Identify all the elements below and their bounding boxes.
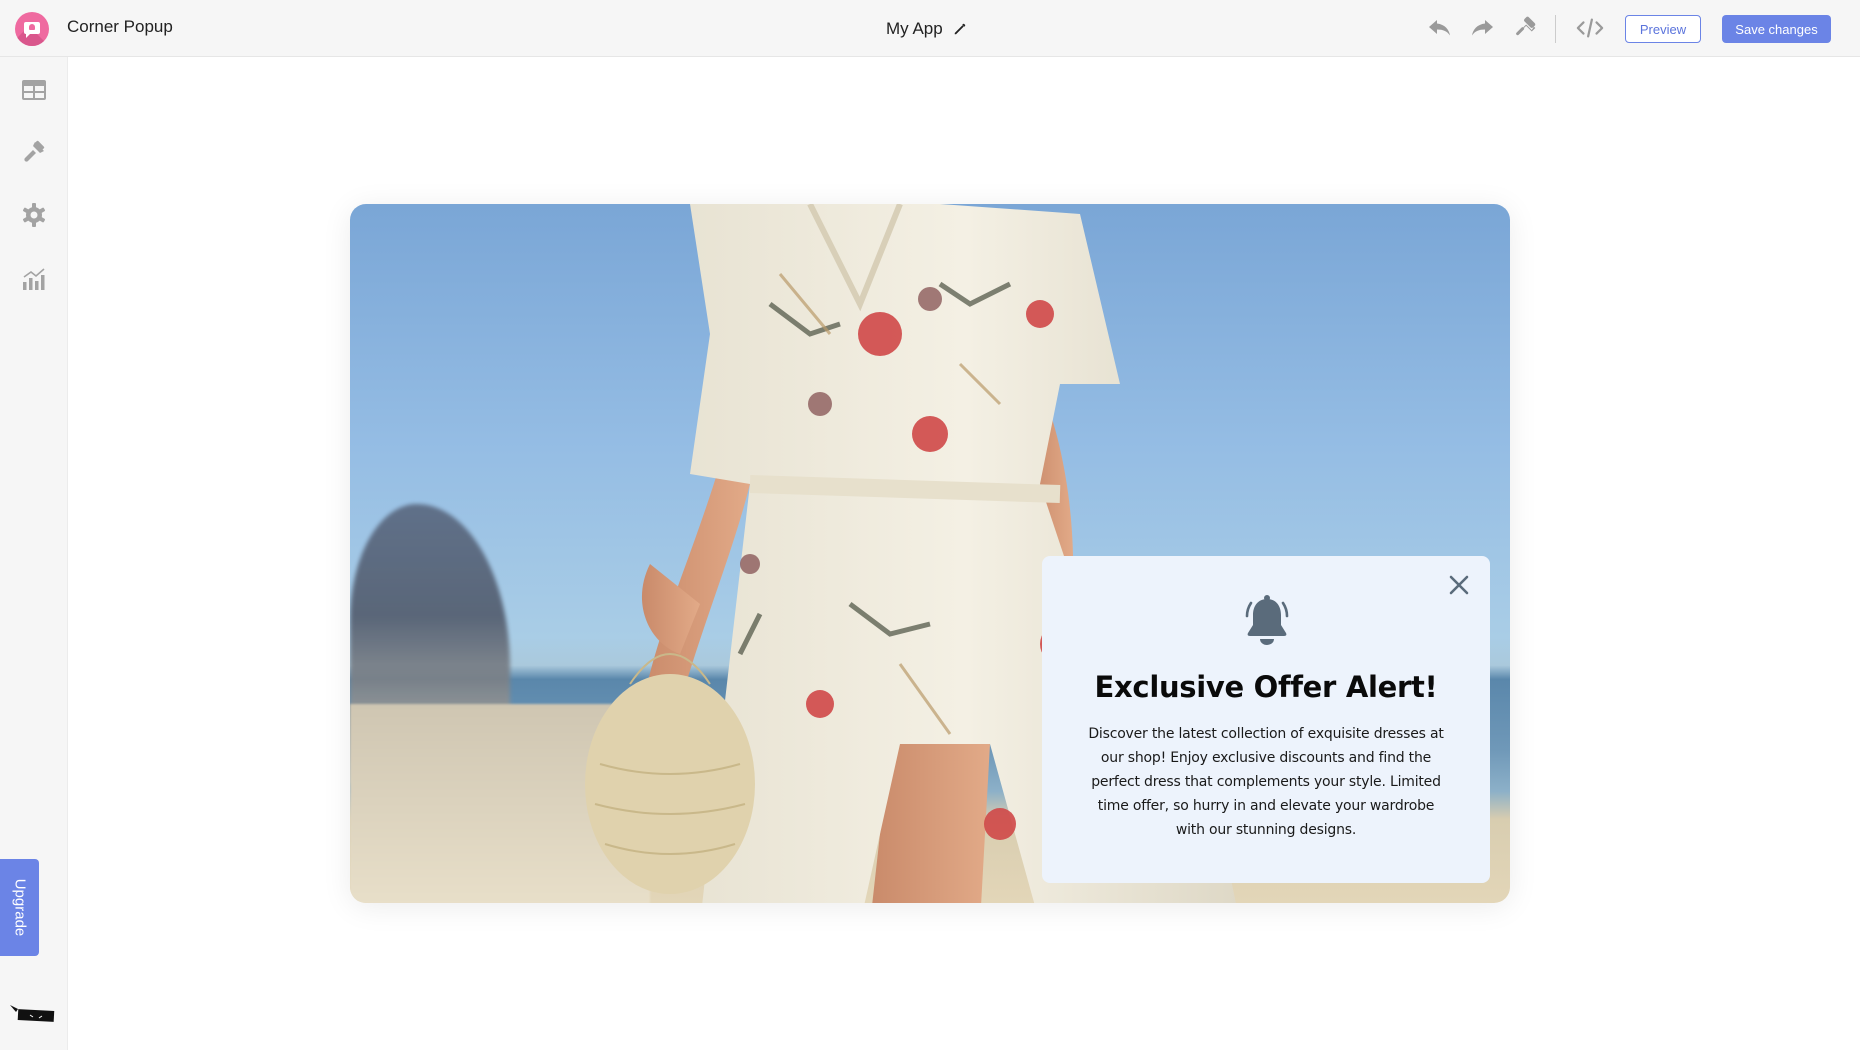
preview-button[interactable]: Preview bbox=[1625, 15, 1701, 43]
toolbar-divider bbox=[1555, 15, 1556, 43]
sidebar: Upgrade bbox=[0, 57, 68, 1050]
sidebar-item-settings[interactable] bbox=[19, 200, 49, 230]
paint-roller-icon bbox=[1516, 16, 1536, 36]
sidebar-item-analytics[interactable] bbox=[19, 264, 49, 294]
gear-icon bbox=[22, 203, 46, 227]
embed-code-button[interactable] bbox=[1576, 14, 1604, 42]
top-bar: Corner Popup My App Preview Save changes bbox=[0, 0, 1860, 57]
popup-body-text: Discover the latest collection of exquis… bbox=[1088, 726, 1444, 838]
pencil-icon[interactable] bbox=[953, 22, 967, 36]
bell-icon bbox=[1245, 595, 1289, 645]
code-icon bbox=[1576, 18, 1604, 38]
redo-icon bbox=[1472, 20, 1493, 36]
ninja-mascot-icon bbox=[10, 1005, 55, 1022]
close-icon bbox=[1449, 575, 1469, 595]
project-title-text: My App bbox=[886, 19, 943, 38]
upgrade-label: Upgrade bbox=[11, 878, 29, 937]
popup-title: Exclusive Offer Alert! bbox=[1094, 670, 1438, 704]
layout-grid-icon bbox=[22, 80, 46, 100]
analytics-chart-icon bbox=[23, 268, 45, 290]
undo-icon bbox=[1429, 20, 1450, 36]
paintbrush-icon bbox=[24, 140, 45, 162]
app-logo-icon bbox=[15, 12, 49, 46]
redo-button[interactable] bbox=[1468, 14, 1496, 42]
undo-button[interactable] bbox=[1426, 14, 1454, 42]
sidebar-item-style[interactable] bbox=[19, 137, 49, 167]
app-name: Corner Popup bbox=[67, 17, 173, 36]
upgrade-button[interactable]: Upgrade bbox=[0, 859, 39, 956]
sidebar-item-layout[interactable] bbox=[19, 75, 49, 105]
corner-popup: Exclusive Offer Alert! Discover the late… bbox=[1042, 556, 1490, 883]
close-button[interactable] bbox=[1446, 572, 1472, 598]
theme-button[interactable] bbox=[1510, 14, 1538, 42]
project-title[interactable]: My App bbox=[886, 19, 967, 39]
save-changes-button[interactable]: Save changes bbox=[1722, 15, 1831, 43]
